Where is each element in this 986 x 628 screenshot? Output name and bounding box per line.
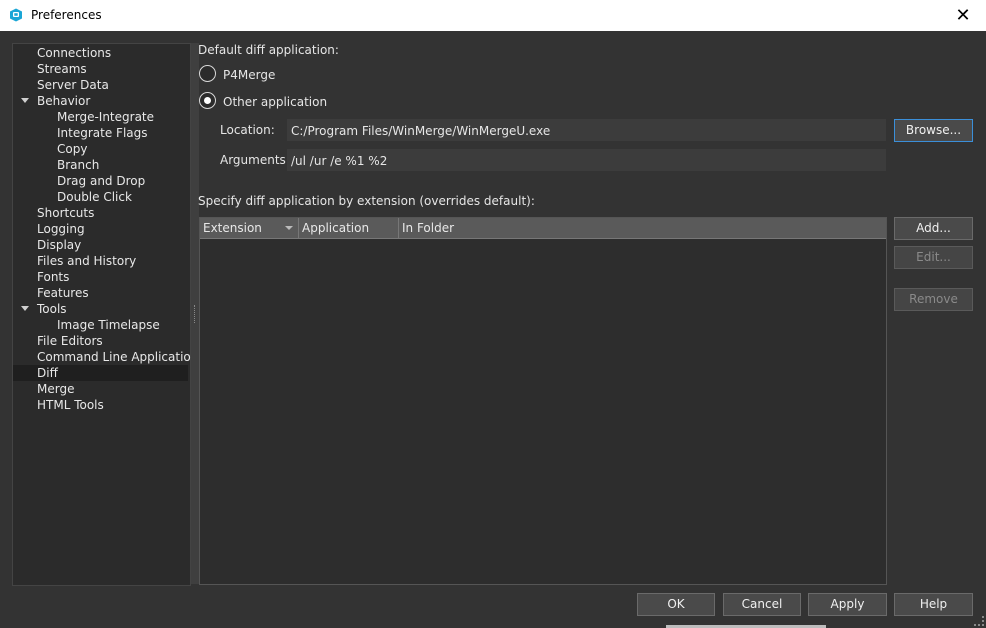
table-header: Extension Application In Folder	[200, 218, 886, 239]
help-button[interactable]: Help	[894, 593, 973, 616]
apply-button[interactable]: Apply	[808, 593, 887, 616]
tree-item-label: Features	[37, 286, 89, 300]
add-button[interactable]: Add...	[894, 217, 973, 240]
tree-item-label: Logging	[37, 222, 85, 236]
tree-item-file-editors[interactable]: File Editors	[13, 333, 188, 349]
ok-button[interactable]: OK	[637, 593, 715, 616]
radio-other-label[interactable]: Other application	[223, 95, 327, 109]
tree-item-diff[interactable]: Diff	[13, 365, 188, 381]
tree-item-integrate-flags[interactable]: Integrate Flags	[13, 125, 188, 141]
extension-heading: Specify diff application by extension (o…	[198, 194, 535, 208]
radio-p4merge-label[interactable]: P4Merge	[223, 68, 275, 82]
cancel-button[interactable]: Cancel	[723, 593, 801, 616]
column-header-application[interactable]: Application	[299, 218, 399, 238]
column-header-extension-label: Extension	[203, 221, 262, 235]
tree-item-merge[interactable]: Merge	[13, 381, 188, 397]
tree-item-fonts[interactable]: Fonts	[13, 269, 188, 285]
title-bar: Preferences ✕	[0, 0, 986, 32]
dialog-body: Connections Streams Server Data Behavior Mer…	[0, 31, 986, 628]
tree-item-label: Tools	[37, 302, 67, 316]
tree-item-server-data[interactable]: Server Data	[13, 77, 188, 93]
tree-item-label: Merge-Integrate	[57, 110, 155, 124]
tree-item-files-and-history[interactable]: Files and History	[13, 253, 188, 269]
remove-button[interactable]: Remove	[894, 288, 973, 311]
tree-item-label: Branch	[57, 158, 100, 172]
location-input[interactable]: C:/Program Files/WinMerge/WinMergeU.exe	[287, 119, 886, 141]
column-header-in-folder-label: In Folder	[402, 221, 455, 235]
tree-item-label: Integrate Flags	[57, 126, 148, 140]
column-header-extension[interactable]: Extension	[200, 218, 299, 238]
arguments-input[interactable]: /ul /ur /e %1 %2	[287, 149, 886, 171]
tree-item-copy[interactable]: Copy	[13, 141, 188, 157]
close-icon[interactable]: ✕	[940, 0, 986, 31]
tree-item-logging[interactable]: Logging	[13, 221, 188, 237]
tree-item-label: Drag and Drop	[57, 174, 146, 188]
tree-item-double-click[interactable]: Double Click	[13, 189, 188, 205]
tree-item-image-timelapse[interactable]: Image Timelapse	[13, 317, 188, 333]
extension-table[interactable]: Extension Application In Folder	[199, 217, 887, 585]
tree-item-command-line-application[interactable]: Command Line Application	[13, 349, 198, 365]
tree-item-merge-integrate[interactable]: Merge-Integrate	[13, 109, 188, 125]
tree-item-behavior[interactable]: Behavior	[13, 93, 188, 109]
tree-item-label: HTML Tools	[37, 398, 104, 412]
tree-item-branch[interactable]: Branch	[13, 157, 188, 173]
tree-item-label: Server Data	[37, 78, 109, 92]
tree-item-label: Behavior	[37, 94, 91, 108]
tree-item-shortcuts[interactable]: Shortcuts	[13, 205, 188, 221]
tree-item-tools[interactable]: Tools	[13, 301, 188, 317]
expand-arrow-icon[interactable]	[21, 306, 29, 311]
window-title: Preferences	[31, 8, 102, 22]
splitter-handle[interactable]	[191, 43, 199, 584]
column-header-in-folder[interactable]: In Folder	[399, 218, 886, 238]
column-header-application-label: Application	[302, 221, 370, 235]
resize-grip-icon[interactable]	[974, 616, 984, 626]
arguments-label: Arguments:	[220, 153, 290, 167]
category-tree[interactable]: Connections Streams Server Data Behavior Mer…	[12, 43, 198, 586]
tree-item-connections[interactable]: Connections	[13, 45, 188, 61]
p4v-app-icon	[10, 8, 22, 22]
tree-item-drag-and-drop[interactable]: Drag and Drop	[13, 173, 188, 189]
tree-item-features[interactable]: Features	[13, 285, 188, 301]
radio-p4merge[interactable]	[199, 65, 216, 82]
tree-item-label: Merge	[37, 382, 75, 396]
tree-item-display[interactable]: Display	[13, 237, 188, 253]
tree-item-streams[interactable]: Streams	[13, 61, 188, 77]
tree-item-label: File Editors	[37, 334, 103, 348]
tree-item-label: Command Line Application	[37, 350, 199, 364]
tree-item-label: Shortcuts	[37, 206, 95, 220]
radio-other-application[interactable]	[199, 92, 216, 109]
sort-down-icon	[285, 226, 293, 230]
location-label: Location:	[220, 123, 275, 137]
edit-button[interactable]: Edit...	[894, 246, 973, 269]
expand-arrow-icon[interactable]	[21, 98, 29, 103]
tree-item-label: Files and History	[37, 254, 137, 268]
default-diff-heading: Default diff application:	[198, 43, 339, 57]
tree-item-label: Copy	[57, 142, 88, 156]
tree-item-label: Diff	[37, 366, 58, 380]
tree-item-label: Connections	[37, 46, 112, 60]
browse-button[interactable]: Browse...	[894, 119, 973, 142]
tree-item-html-tools[interactable]: HTML Tools	[13, 397, 188, 413]
tree-item-label: Display	[37, 238, 82, 252]
tree-item-label: Fonts	[37, 270, 70, 284]
tree-item-label: Double Click	[57, 190, 132, 204]
tree-item-label: Streams	[37, 62, 87, 76]
tree-item-label: Image Timelapse	[57, 318, 160, 332]
